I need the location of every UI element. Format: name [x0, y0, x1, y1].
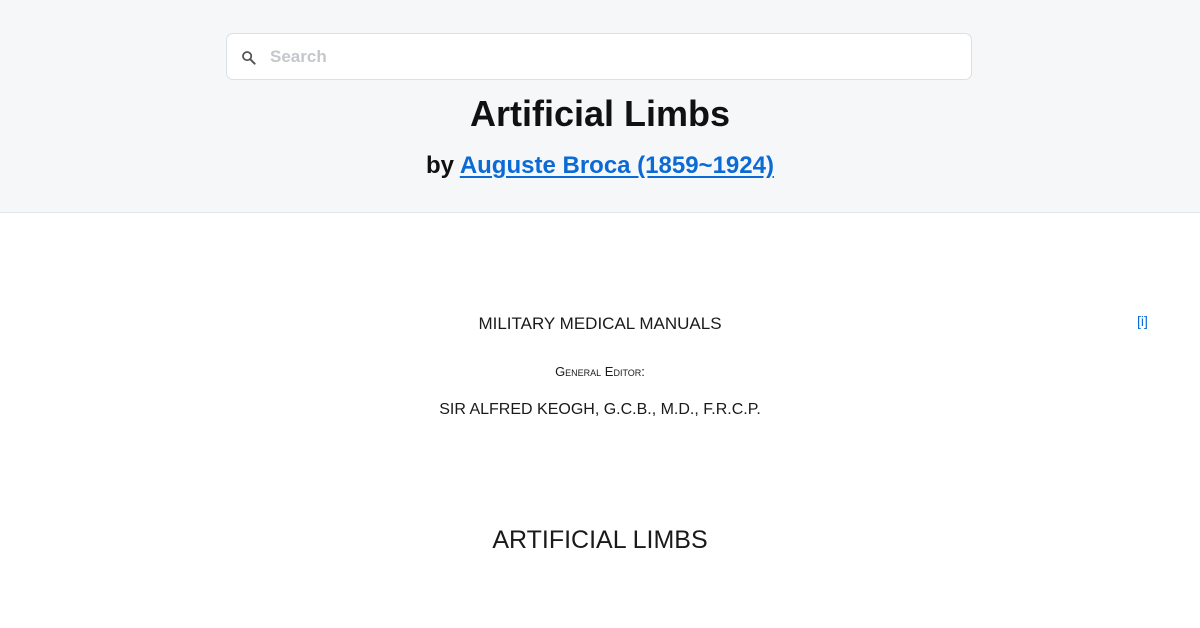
author-link[interactable]: Auguste Broca (1859~1924)	[460, 152, 774, 179]
book-content: MILITARY MEDICAL MANUALS [i] General Edi…	[0, 213, 1200, 628]
search-box[interactable]	[226, 33, 972, 80]
page-marker-link[interactable]: [i]	[1137, 313, 1148, 329]
search-input[interactable]	[270, 34, 960, 79]
editor-label: General Editor:	[555, 364, 645, 379]
series-title: MILITARY MEDICAL MANUALS	[478, 314, 722, 333]
search-icon	[242, 51, 256, 65]
byline: by Auguste Broca (1859~1924)	[0, 151, 1200, 181]
section-heading: ARTIFICIAL LIMBS	[492, 526, 708, 554]
editor-name: SIR ALFRED KEOGH, G.C.B., M.D., F.R.C.P.	[439, 401, 761, 418]
book-title: Artificial Limbs	[469, 93, 731, 134]
page-header: Artificial Limbs by Auguste Broca (1859~…	[0, 0, 1200, 213]
byline-prefix: by	[426, 152, 460, 179]
